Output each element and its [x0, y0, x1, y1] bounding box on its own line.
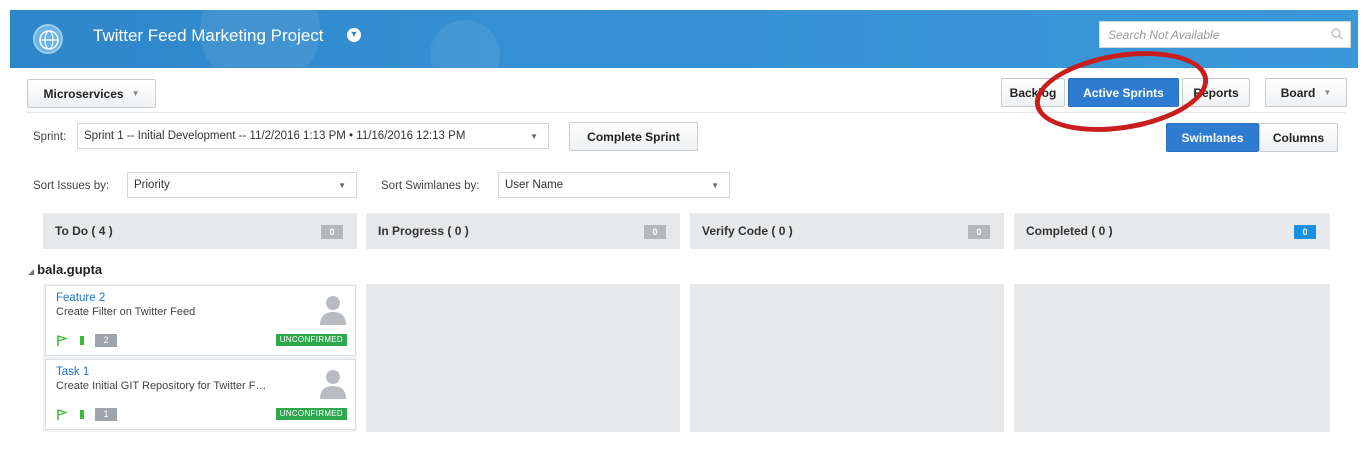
- chevron-down-icon: ▼: [131, 89, 140, 98]
- issue-card[interactable]: Feature 2 Create Filter on Twitter Feed …: [45, 285, 356, 356]
- column-count: 0: [968, 225, 990, 239]
- lane-in-progress[interactable]: [366, 284, 680, 432]
- column-count: 0: [644, 225, 666, 239]
- app-header: Twitter Feed Marketing Project ▾: [10, 10, 1358, 68]
- sprint-label: Sprint:: [33, 131, 67, 143]
- sort-issues-select[interactable]: Priority ▼: [127, 172, 357, 198]
- column-title: Completed ( 0 ): [1026, 224, 1113, 238]
- board-dropdown[interactable]: Board ▼: [1265, 78, 1347, 107]
- story-points: 1: [95, 408, 117, 421]
- swimlanes-toggle[interactable]: Swimlanes: [1166, 123, 1259, 152]
- search-icon[interactable]: [1330, 27, 1344, 41]
- backlog-label: Backlog: [1009, 85, 1057, 100]
- swimlane-user: bala.gupta: [37, 262, 103, 277]
- lane-verify-code[interactable]: [690, 284, 1004, 432]
- header-decoration: [430, 20, 500, 68]
- column-title: To Do ( 4 ): [55, 224, 113, 238]
- project-title[interactable]: Twitter Feed Marketing Project: [93, 26, 324, 46]
- columns-label: Columns: [1272, 130, 1325, 145]
- board-label: Board: [1280, 85, 1316, 100]
- column-title: In Progress ( 0 ): [378, 224, 469, 238]
- priority-bar-icon: [80, 410, 84, 419]
- flag-icon: [57, 335, 68, 346]
- collapse-triangle-icon[interactable]: ◢: [28, 267, 34, 276]
- card-title[interactable]: Task 1: [56, 366, 89, 378]
- issue-card[interactable]: Task 1 Create Initial GIT Repository for…: [45, 359, 356, 430]
- complete-sprint-button[interactable]: Complete Sprint: [569, 122, 698, 151]
- swimlanes-label: Swimlanes: [1181, 130, 1244, 145]
- sort-issues-label: Sort Issues by:: [33, 180, 110, 192]
- column-header-in-progress: In Progress ( 0 ) 0: [366, 213, 680, 249]
- sort-swimlanes-label: Sort Swimlanes by:: [381, 180, 480, 192]
- swimlane-header[interactable]: ◢ bala.gupta: [28, 262, 102, 277]
- card-title[interactable]: Feature 2: [56, 292, 105, 304]
- column-title: Verify Code ( 0 ): [702, 224, 793, 238]
- status-badge: UNCONFIRMED: [275, 334, 347, 346]
- avatar-icon: [320, 296, 346, 325]
- flag-icon: [57, 409, 68, 420]
- lane-completed[interactable]: [1014, 284, 1330, 432]
- sort-swimlanes-value: User Name: [505, 179, 564, 191]
- microservices-label: Microservices: [43, 86, 124, 101]
- toolbar-divider: [26, 112, 1346, 113]
- active-sprints-button[interactable]: Active Sprints: [1068, 78, 1179, 107]
- chevron-down-icon: ▼: [1323, 88, 1332, 97]
- chevron-down-icon: ▼: [711, 181, 719, 190]
- reports-label: Reports: [1193, 85, 1239, 100]
- sort-issues-value: Priority: [134, 179, 170, 191]
- columns-toggle[interactable]: Columns: [1259, 123, 1338, 152]
- column-count: 0: [321, 225, 343, 239]
- column-header-completed: Completed ( 0 ) 0: [1014, 213, 1330, 249]
- card-description: Create Filter on Twitter Feed: [56, 306, 196, 318]
- column-count: 0: [1294, 225, 1316, 239]
- card-description: Create Initial GIT Repository for Twitte…: [56, 380, 267, 392]
- microservices-dropdown[interactable]: Microservices ▼: [27, 79, 156, 108]
- avatar-icon: [320, 370, 346, 399]
- backlog-button[interactable]: Backlog: [1001, 78, 1065, 107]
- story-points: 2: [95, 334, 117, 347]
- search-input[interactable]: [1100, 22, 1320, 47]
- column-header-verify-code: Verify Code ( 0 ) 0: [690, 213, 1004, 249]
- active-sprints-label: Active Sprints: [1083, 85, 1164, 100]
- status-badge: UNCONFIRMED: [275, 408, 347, 420]
- chevron-down-icon: ▼: [530, 132, 538, 141]
- complete-sprint-label: Complete Sprint: [587, 129, 680, 144]
- sprint-value: Sprint 1 -- Initial Development -- 11/2/…: [84, 130, 466, 142]
- reports-button[interactable]: Reports: [1182, 78, 1250, 107]
- chevron-down-circle-icon[interactable]: ▾: [347, 28, 361, 42]
- priority-bar-icon: [80, 336, 84, 345]
- globe-icon[interactable]: [33, 24, 63, 54]
- search-box[interactable]: [1099, 21, 1351, 48]
- chevron-down-icon: ▼: [338, 181, 346, 190]
- sort-swimlanes-select[interactable]: User Name ▼: [498, 172, 730, 198]
- column-header-todo: To Do ( 4 ) 0: [43, 213, 357, 249]
- sprint-select[interactable]: Sprint 1 -- Initial Development -- 11/2/…: [77, 123, 549, 149]
